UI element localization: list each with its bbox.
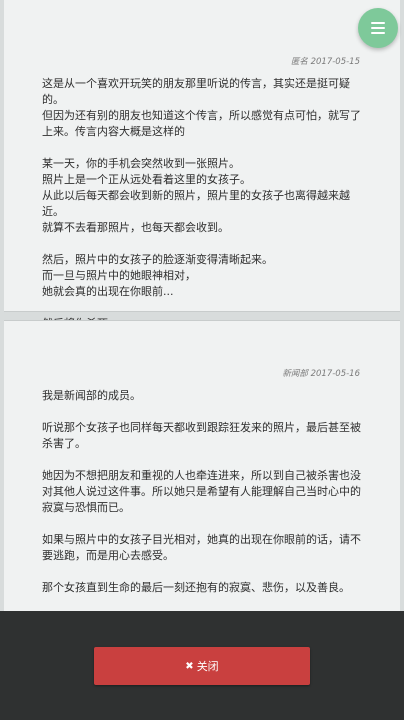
menu-icon (371, 21, 385, 36)
post-paragraph: 这是从一个喜欢开玩笑的朋友那里听说的传言，其实还是挺可疑的。 但因为还有别的朋友… (42, 77, 361, 138)
post-meta-2: 新闻部 2017-05-16 (282, 367, 360, 379)
close-button-label: 关闭 (196, 660, 219, 673)
post-date: 2017-05-16 (310, 369, 360, 379)
post-author: 新闻部 (282, 369, 308, 379)
post-paragraph: 我是新闻部的成员。 (42, 389, 141, 402)
post-paragraph: 听说那个女孩子也同样每天都收到跟踪狂发来的照片，最后甚至被杀害了。 (42, 421, 361, 450)
post-body-2: 我是新闻部的成员。 听说那个女孩子也同样每天都收到跟踪狂发来的照片，最后甚至被杀… (42, 388, 366, 612)
close-icon: ✖ (185, 660, 194, 672)
post-paragraph: 她因为不想把朋友和重视的人也牵连进来，所以到自己被杀害也没对其他人说过这件事。所… (42, 469, 361, 514)
post-author: 匿名 (290, 57, 308, 67)
post-paragraph: 如果与照片中的女孩子目光相对，她真的出现在你眼前的话，请不要逃跑，而是用心去感受… (42, 533, 361, 562)
post-date: 2017-05-15 (310, 57, 360, 67)
menu-button[interactable] (358, 8, 398, 48)
post-body-1: 这是从一个喜欢开玩笑的朋友那里听说的传言，其实还是挺可疑的。 但因为还有别的朋友… (42, 76, 366, 348)
post-card-2: 新闻部 2017-05-16 我是新闻部的成员。 听说那个女孩子也同样每天都收到… (4, 320, 400, 612)
post-paragraph: 然后，照片中的女孩子的脸逐渐变得清晰起来。 而一旦与照片中的她眼神相对， 她就会… (42, 253, 273, 298)
post-meta-1: 匿名 2017-05-15 (291, 55, 360, 67)
post-card-1: 匿名 2017-05-15 这是从一个喜欢开玩笑的朋友那里听说的传言，其实还是挺… (4, 0, 400, 330)
close-button[interactable]: ✖ 关闭 (94, 647, 310, 685)
post-paragraph: 某一天，你的手机会突然收到一张照片。 照片上是一个正从远处看着这里的女孩子。 从… (42, 157, 350, 234)
post-paragraph: 那个女孩直到生命的最后一刻还抱有的寂寞、悲伤，以及善良。 (42, 581, 350, 594)
